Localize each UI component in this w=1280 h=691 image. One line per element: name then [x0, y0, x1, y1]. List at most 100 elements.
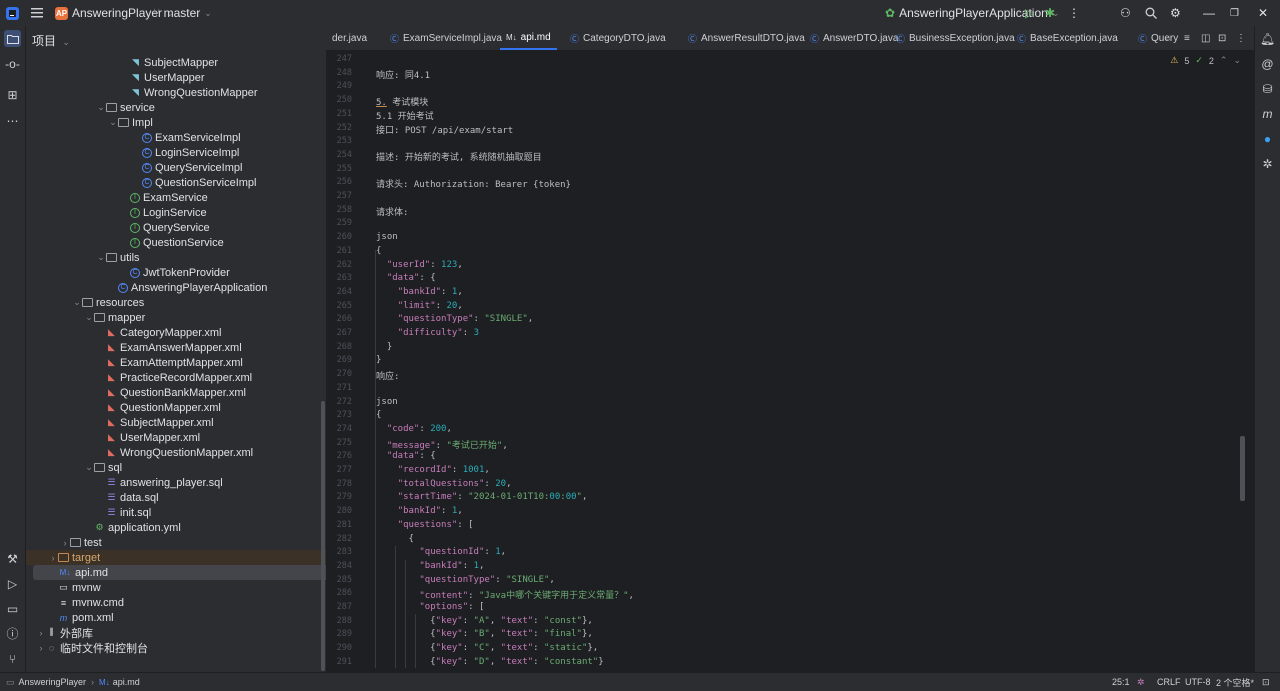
chevron-down-icon[interactable]: ⌄: [84, 312, 94, 323]
copilot-icon[interactable]: ●: [1259, 130, 1276, 147]
ai-assistant-icon[interactable]: @: [1259, 55, 1276, 72]
markdown-editor[interactable]: 247 248 249 250 251 252 253 254 255 256 257 258 259 2…: [326, 51, 1255, 671]
editor-tab[interactable]: Ⓒ BaseException.java: [1011, 26, 1124, 50]
more-actions-icon[interactable]: ⋮: [1068, 0, 1080, 26]
editor-scrollbar[interactable]: [1240, 436, 1245, 501]
tree-item[interactable]: ☰ data.sql: [26, 490, 326, 505]
plugin-icon[interactable]: ✲: [1259, 155, 1276, 172]
minimize-window-icon[interactable]: —: [1203, 0, 1215, 26]
tree-item[interactable]: C QuestionServiceImpl: [26, 175, 326, 190]
tree-item[interactable]: ◥ WrongQuestionMapper: [26, 85, 326, 100]
tree-item[interactable]: › ⫼ 外部库: [26, 625, 326, 640]
tree-item[interactable]: ⌄ mapper: [26, 310, 326, 325]
debug-icon[interactable]: ✱: [1045, 0, 1055, 26]
settings-gear-icon[interactable]: ⚙: [1170, 0, 1181, 26]
chevron-down-icon[interactable]: ⌄: [84, 462, 94, 473]
tree-item[interactable]: ◥ UserMapper: [26, 70, 326, 85]
tab-more-icon[interactable]: ⋮: [1236, 26, 1246, 50]
next-highlight-icon[interactable]: ⌄: [1233, 55, 1241, 66]
tree-item[interactable]: ◣ QuestionBankMapper.xml: [26, 385, 326, 400]
file-encoding[interactable]: UTF-8: [1185, 673, 1211, 691]
tree-item[interactable]: C JwtTokenProvider: [26, 265, 326, 280]
main-menu-icon[interactable]: [31, 0, 43, 26]
previous-highlight-icon[interactable]: ⌃: [1220, 55, 1228, 66]
tree-item[interactable]: › target: [26, 550, 326, 565]
tree-item[interactable]: ≡ mvnw.cmd: [26, 595, 326, 610]
problems-icon[interactable]: ⓘ: [4, 625, 21, 642]
tree-item[interactable]: C ExamServiceImpl: [26, 130, 326, 145]
tree-item[interactable]: ◥ SubjectMapper: [26, 55, 326, 70]
tree-item[interactable]: › test: [26, 535, 326, 550]
structure-tool-icon[interactable]: ⊞: [4, 86, 21, 103]
tree-item[interactable]: ▭ mvnw: [26, 580, 326, 595]
project-panel-header[interactable]: 项目 ⌄: [32, 32, 70, 49]
inspection-widget[interactable]: ⚠ 5 ✓ 2 ⌃ ⌄: [1170, 55, 1241, 66]
tree-item[interactable]: ◣ UserMapper.xml: [26, 430, 326, 445]
tree-item[interactable]: m pom.xml: [26, 610, 326, 625]
tree-item[interactable]: › ◌ 临时文件和控制台: [26, 640, 326, 655]
tree-item[interactable]: ⌄ service: [26, 100, 326, 115]
split-view-icon[interactable]: ◫: [1201, 26, 1210, 50]
editor-tab[interactable]: Ⓒ Query: [1132, 26, 1184, 50]
chevron-down-icon[interactable]: ⌄: [108, 117, 118, 128]
restore-window-icon[interactable]: ❐: [1230, 0, 1239, 26]
tabs-dropdown-icon[interactable]: ⌄: [1164, 26, 1172, 50]
branch-switcher[interactable]: ⑂ master ⌄: [153, 0, 212, 26]
chevron-down-icon[interactable]: ⌄: [72, 297, 82, 308]
tree-item[interactable]: ◣ CategoryMapper.xml: [26, 325, 326, 340]
tree-item[interactable]: ⚙ application.yml: [26, 520, 326, 535]
ide-logo-icon[interactable]: [6, 0, 19, 26]
editor-tab[interactable]: Ⓒ ExamServiceImpl.java: [384, 26, 508, 50]
editor-tab[interactable]: Ⓒ BusinessException.java: [890, 26, 1021, 50]
tree-item[interactable]: ☰ init.sql: [26, 505, 326, 520]
chevron-right-icon[interactable]: ›: [36, 643, 46, 653]
indent-setting[interactable]: 2 个空格*: [1216, 673, 1254, 691]
tree-item[interactable]: C QueryServiceImpl: [26, 160, 326, 175]
tree-item[interactable]: I ExamService: [26, 190, 326, 205]
database-icon[interactable]: ⛁: [1259, 80, 1276, 97]
tree-item[interactable]: ◣ WrongQuestionMapper.xml: [26, 445, 326, 460]
tree-item[interactable]: C AnsweringPlayerApplication: [26, 280, 326, 295]
chevron-down-icon[interactable]: ⌄: [96, 252, 106, 263]
maven-icon[interactable]: m: [1259, 105, 1276, 122]
notifications-icon[interactable]: 🔔︎: [1259, 30, 1276, 47]
terminal-icon[interactable]: ▭: [4, 600, 21, 617]
editor-tab[interactable]: der.java: [326, 26, 373, 50]
build-hammer-icon[interactable]: ⚒: [4, 550, 21, 567]
tree-item[interactable]: ◣ ExamAnswerMapper.xml: [26, 340, 326, 355]
chevron-right-icon[interactable]: ›: [36, 628, 46, 638]
preview-icon[interactable]: ⊡: [1218, 26, 1226, 50]
read-only-lock-icon[interactable]: ⊡: [1262, 673, 1270, 691]
tree-item[interactable]: ⌄ resources: [26, 295, 326, 310]
tree-item[interactable]: I LoginService: [26, 205, 326, 220]
line-separator[interactable]: CRLF: [1157, 673, 1181, 691]
more-tools-icon[interactable]: ⋯: [4, 112, 21, 129]
tree-item[interactable]: I QuestionService: [26, 235, 326, 250]
tree-item[interactable]: ⌄ Impl: [26, 115, 326, 130]
tree-item[interactable]: ◣ ExamAttemptMapper.xml: [26, 355, 326, 370]
run-tool-icon[interactable]: ▷: [4, 575, 21, 592]
chevron-right-icon[interactable]: ›: [60, 538, 70, 548]
breadcrumb-file[interactable]: api.md: [113, 677, 140, 687]
tree-item[interactable]: ⌄ sql: [26, 460, 326, 475]
close-window-icon[interactable]: ✕: [1258, 0, 1268, 26]
chevron-down-icon[interactable]: ⌄: [96, 102, 106, 113]
tree-item[interactable]: ⌄ utils: [26, 250, 326, 265]
chevron-right-icon[interactable]: ›: [48, 553, 58, 563]
editor-tab[interactable]: Ⓒ CategoryDTO.java: [564, 26, 672, 50]
breadcrumb[interactable]: ▭ AnsweringPlayer › M↓ api.md: [6, 673, 140, 691]
tree-item[interactable]: M↓ api.md: [33, 565, 326, 580]
tree-item[interactable]: ◣ SubjectMapper.xml: [26, 415, 326, 430]
commit-tool-icon[interactable]: -o-: [4, 55, 21, 72]
tree-item[interactable]: ◣ PracticeRecordMapper.xml: [26, 370, 326, 385]
ai-status-icon[interactable]: ✲: [1137, 673, 1145, 691]
tree-item[interactable]: C LoginServiceImpl: [26, 145, 326, 160]
editor-tab[interactable]: M↓ api.md: [500, 26, 557, 50]
add-user-icon[interactable]: ⚇: [1120, 0, 1131, 26]
tree-item[interactable]: ☰ answering_player.sql: [26, 475, 326, 490]
search-icon[interactable]: [1145, 0, 1157, 26]
caret-position[interactable]: 25:1: [1112, 673, 1130, 691]
run-icon[interactable]: ▷: [1025, 0, 1034, 26]
project-tool-icon[interactable]: [4, 30, 21, 47]
breadcrumb-project[interactable]: AnsweringPlayer: [19, 677, 87, 687]
